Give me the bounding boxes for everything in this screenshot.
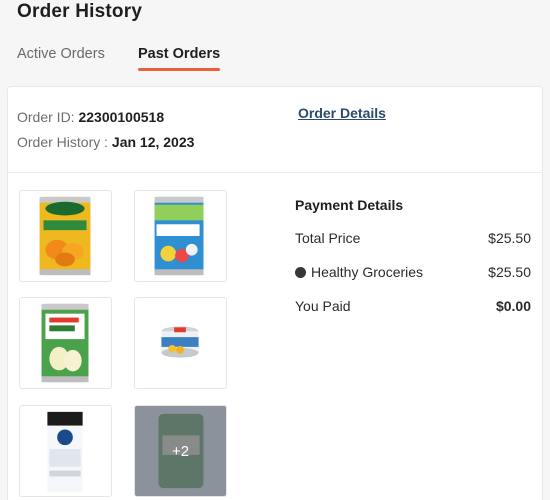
tab-past-orders-label: Past Orders xyxy=(138,46,221,62)
order-header: Order ID: 22300100518 Order History : Ja… xyxy=(8,87,542,173)
fruit-cocktail-can-image xyxy=(154,196,204,276)
order-card: Order ID: 22300100518 Order History : Ja… xyxy=(7,86,543,500)
payment-details: Payment Details Total Price $25.50 Healt… xyxy=(295,197,531,318)
order-details-link[interactable]: Order Details xyxy=(298,105,386,121)
product-thumb-fruit-cocktail[interactable] xyxy=(134,190,227,282)
order-tabs: Active Orders Past Orders xyxy=(17,46,417,74)
milk-carton-image xyxy=(47,411,83,493)
product-thumb-pear-halves[interactable] xyxy=(19,297,112,389)
you-paid-value: $0.00 xyxy=(495,298,531,314)
payment-method-dot-icon xyxy=(295,267,306,278)
tab-past-orders[interactable]: Past Orders xyxy=(138,46,221,71)
payment-method-value: $25.50 xyxy=(488,264,531,280)
payment-details-title: Payment Details xyxy=(295,197,404,213)
total-price-row: Total Price $25.50 xyxy=(295,230,531,250)
fruit-cup-image xyxy=(161,326,199,358)
order-date-line: Order History : Jan 12, 2023 xyxy=(17,134,194,150)
total-price-label: Total Price xyxy=(295,230,361,246)
page-title: Order History xyxy=(17,1,143,22)
total-price-value: $25.50 xyxy=(488,230,531,246)
order-date-label: Order History : xyxy=(17,134,109,150)
product-thumb-sliced-peaches[interactable] xyxy=(19,190,112,282)
order-id-label: Order ID: xyxy=(17,109,75,125)
you-paid-label: You Paid xyxy=(295,298,351,314)
sliced-peaches-can-image xyxy=(39,196,91,276)
product-thumb-fruit-cup[interactable] xyxy=(134,297,227,389)
order-date-value: Jan 12, 2023 xyxy=(111,134,195,150)
order-id-value: 22300100518 xyxy=(78,109,165,125)
tab-active-orders[interactable]: Active Orders xyxy=(17,46,105,62)
product-thumb-milk-carton[interactable] xyxy=(19,405,112,497)
payment-method-row: Healthy Groceries $25.50 xyxy=(295,264,531,284)
product-thumb-more[interactable]: +2 xyxy=(134,405,227,497)
active-tab-indicator xyxy=(138,68,221,71)
payment-method-label: Healthy Groceries xyxy=(311,264,424,280)
more-items-overlay[interactable]: +2 xyxy=(135,406,226,496)
order-id-line: Order ID: 22300100518 xyxy=(17,109,164,125)
pear-halves-can-image xyxy=(41,303,89,383)
you-paid-row: You Paid $0.00 xyxy=(295,298,531,318)
